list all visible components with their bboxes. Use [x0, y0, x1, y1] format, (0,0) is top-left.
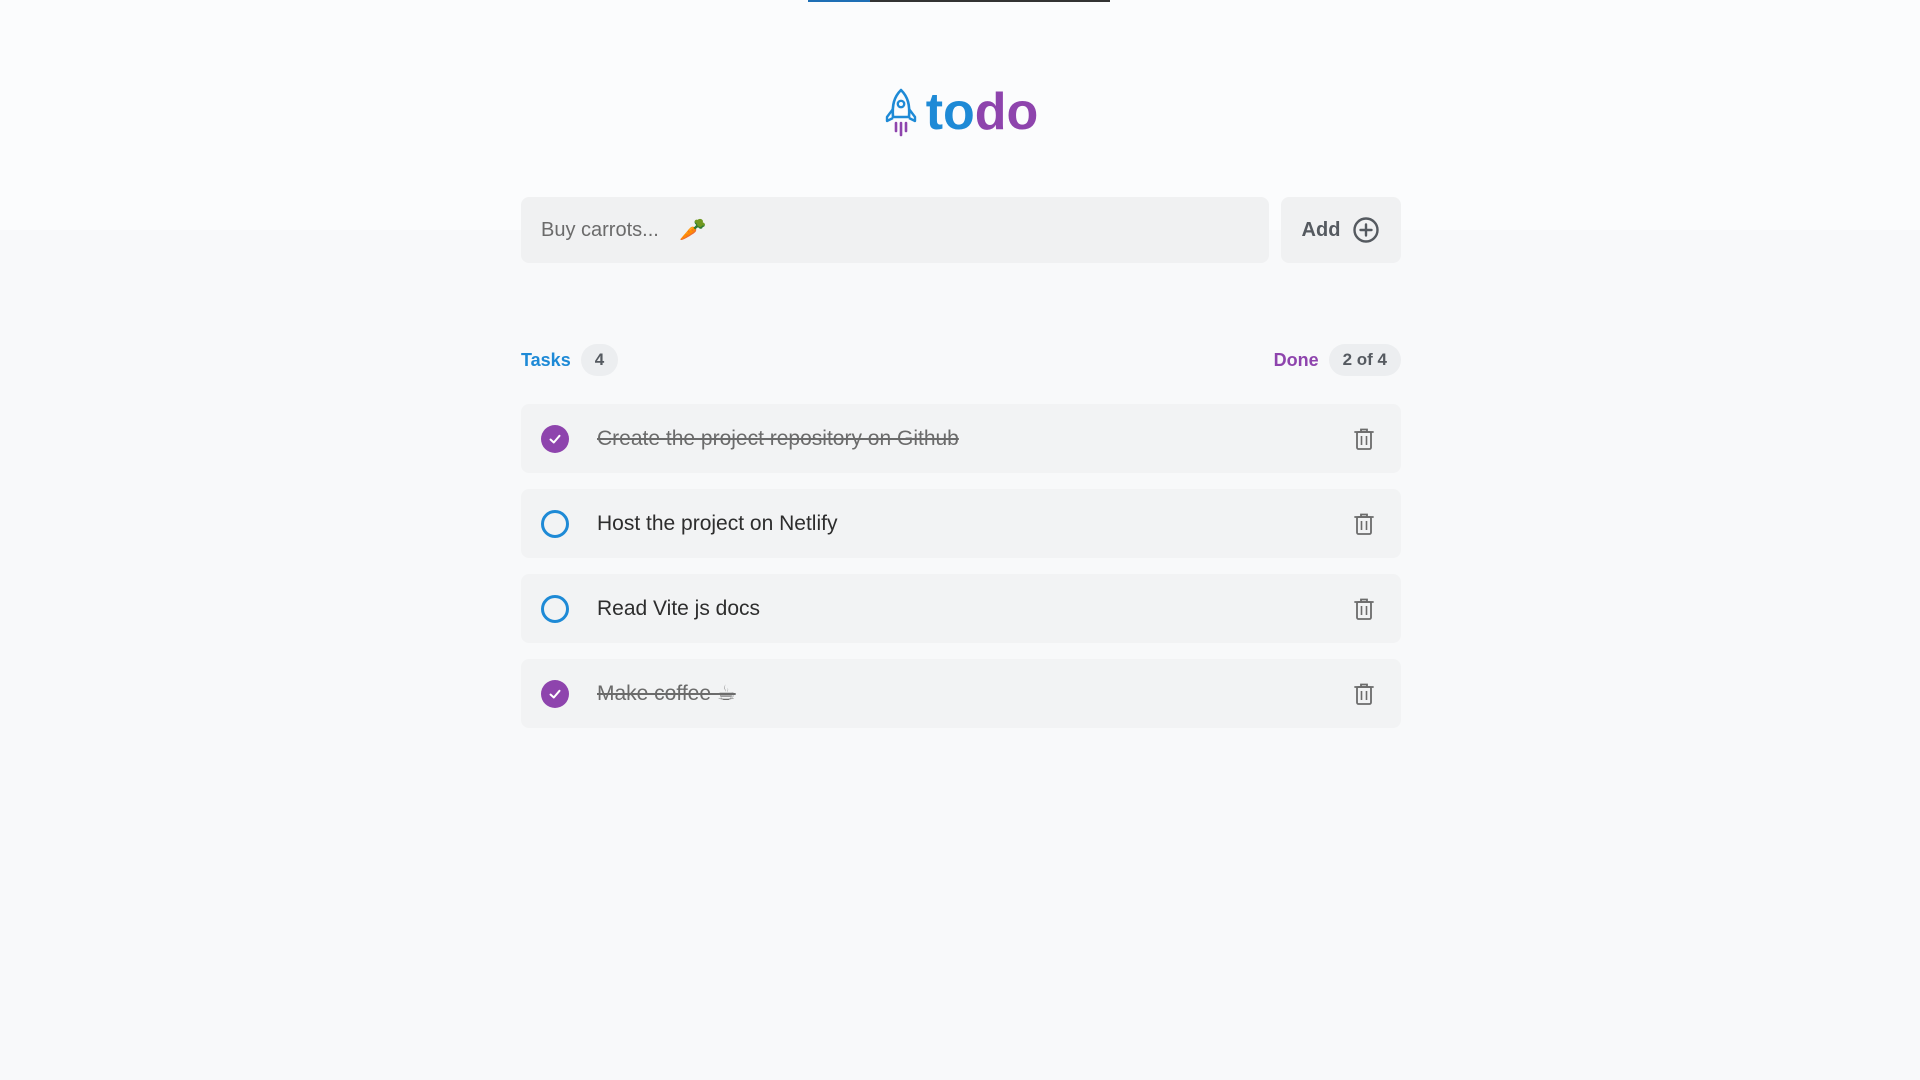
task-item: Make coffee ☕ — [521, 659, 1401, 728]
task-list: Create the project repository on Github … — [521, 404, 1401, 728]
task-checkbox[interactable] — [541, 594, 569, 623]
add-task-form: 🥕 Add — [521, 197, 1401, 263]
task-item: Read Vite js docs — [521, 574, 1401, 643]
task-text: Host the project on Netlify — [597, 511, 838, 535]
done-stat: Done 2 of 4 — [1274, 344, 1401, 376]
trash-icon[interactable] — [1351, 511, 1377, 537]
add-button[interactable]: Add — [1281, 197, 1401, 263]
task-input-wrapper[interactable]: 🥕 — [521, 197, 1269, 263]
trash-icon[interactable] — [1351, 681, 1377, 707]
task-item: Create the project repository on Github — [521, 404, 1401, 473]
checkmark-icon — [549, 689, 561, 698]
done-label: Done — [1273, 349, 1319, 370]
app-title-part2: do — [974, 83, 1039, 141]
app-logo: todo — [521, 82, 1401, 142]
task-input[interactable] — [541, 218, 677, 242]
progress-line — [808, 0, 1110, 2]
task-text: Create the project repository on Github — [597, 426, 959, 450]
task-checkbox[interactable] — [541, 509, 569, 538]
tasks-stat: Tasks 4 — [521, 344, 619, 376]
rocket-icon — [885, 88, 916, 137]
carrot-emoji: 🥕 — [679, 217, 707, 242]
trash-icon[interactable] — [1351, 596, 1377, 622]
done-count-badge: 2 of 4 — [1328, 344, 1401, 376]
checkmark-icon — [549, 434, 561, 443]
plus-circle-icon — [1353, 217, 1380, 243]
app-title-part1: to — [925, 83, 975, 141]
task-checkbox[interactable] — [541, 424, 569, 453]
tasks-count-badge: 4 — [580, 344, 619, 376]
task-stats: Tasks 4 Done 2 of 4 — [521, 344, 1401, 376]
app-title: todo — [926, 82, 1039, 142]
task-text: Read Vite js docs — [597, 596, 761, 620]
add-button-label: Add — [1301, 218, 1341, 241]
tasks-label: Tasks — [521, 349, 571, 370]
task-text: Make coffee ☕ — [597, 682, 736, 705]
task-item: Host the project on Netlify — [521, 489, 1401, 558]
task-checkbox[interactable] — [541, 679, 569, 708]
trash-icon[interactable] — [1351, 426, 1377, 452]
